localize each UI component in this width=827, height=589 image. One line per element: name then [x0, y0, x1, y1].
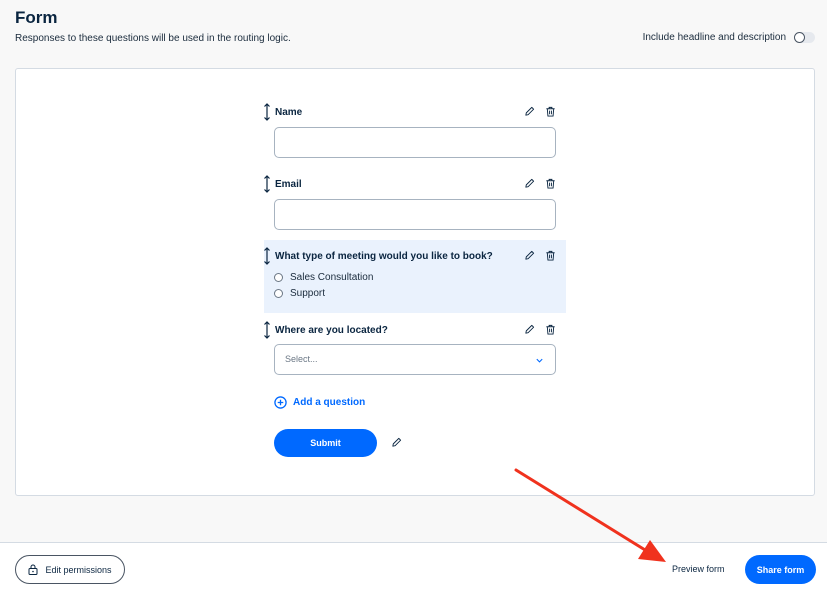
page-title: Form	[15, 8, 58, 27]
headline-toggle-row: Include headline and description	[643, 32, 815, 43]
chevron-down-icon	[536, 358, 543, 363]
drag-handle-icon[interactable]	[264, 321, 270, 339]
page-subtitle: Responses to these questions will be use…	[15, 33, 291, 44]
radio-option[interactable]: Support	[274, 288, 325, 299]
lock-icon	[28, 564, 38, 575]
add-question-label: Add a question	[293, 397, 366, 408]
name-input[interactable]	[274, 127, 556, 158]
question-label: Email	[275, 179, 302, 190]
email-input[interactable]	[274, 199, 556, 230]
submit-button[interactable]: Submit	[274, 429, 377, 457]
select-placeholder: Select...	[285, 354, 318, 364]
radio-option-label: Support	[290, 288, 326, 299]
radio-option[interactable]: Sales Consultation	[274, 272, 373, 283]
question-label: What type of meeting would you like to b…	[275, 251, 493, 262]
edit-permissions-button[interactable]: Edit permissions	[15, 555, 125, 584]
trash-icon[interactable]	[545, 178, 556, 189]
pencil-icon[interactable]	[524, 106, 535, 117]
footer-bar: Edit permissions Preview form Share form	[0, 542, 827, 589]
headline-toggle[interactable]	[794, 32, 815, 43]
form-card: Name Email What type of meeting would yo…	[15, 68, 815, 496]
trash-icon[interactable]	[545, 106, 556, 117]
add-question-button[interactable]: Add a question	[274, 396, 365, 409]
location-select[interactable]: Select...	[274, 344, 556, 375]
radio-option-label: Sales Consultation	[290, 272, 374, 283]
preview-form-link[interactable]: Preview form	[672, 564, 725, 574]
plus-circle-icon	[274, 396, 287, 409]
edit-permissions-label: Edit permissions	[45, 564, 112, 575]
pencil-icon[interactable]	[391, 437, 402, 448]
toggle-knob	[794, 32, 805, 43]
question-label: Where are you located?	[275, 325, 388, 336]
drag-handle-icon[interactable]	[264, 175, 270, 193]
question-label: Name	[275, 107, 303, 118]
pencil-icon[interactable]	[524, 250, 535, 261]
drag-handle-icon[interactable]	[264, 247, 270, 265]
trash-icon[interactable]	[545, 324, 556, 335]
drag-handle-icon[interactable]	[264, 103, 270, 121]
headline-toggle-label: Include headline and description	[642, 32, 786, 43]
share-form-button[interactable]: Share form	[745, 555, 816, 584]
pencil-icon[interactable]	[524, 324, 535, 335]
radio-button[interactable]	[274, 273, 283, 282]
radio-button[interactable]	[274, 289, 283, 298]
trash-icon[interactable]	[545, 250, 556, 261]
pencil-icon[interactable]	[524, 178, 535, 189]
